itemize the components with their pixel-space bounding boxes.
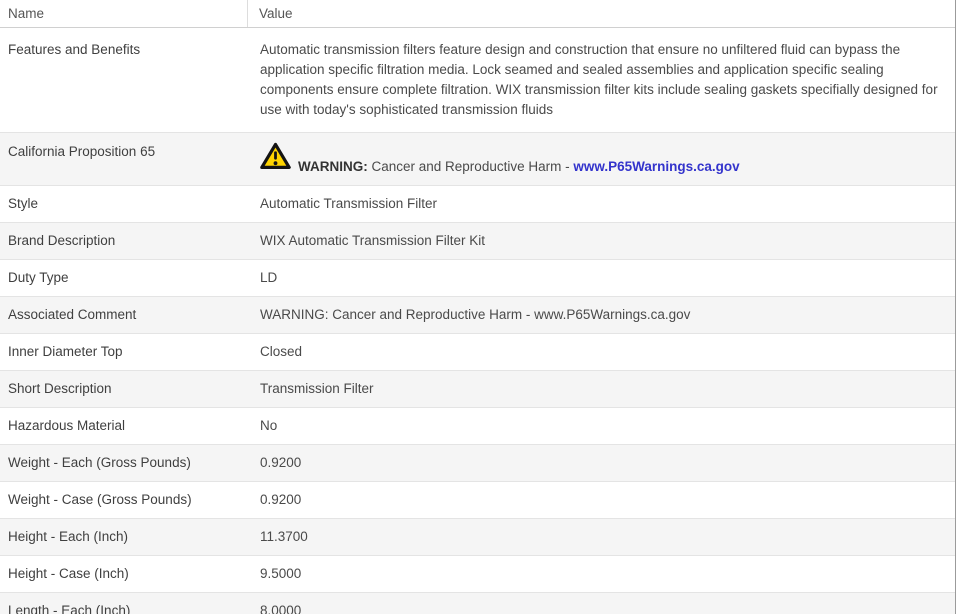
table-row: Duty Type LD [0,260,955,297]
spec-name: Length - Each (Inch) [8,603,131,614]
spec-name: Brand Description [8,233,116,248]
column-header-name: Name [0,0,248,27]
spec-value: Automatic Transmission Filter [260,196,438,211]
spec-value: 11.3700 [260,529,308,544]
table-row: Weight - Case (Gross Pounds) 0.9200 [0,482,955,519]
table-row: Weight - Each (Gross Pounds) 0.9200 [0,445,955,482]
table-row: Features and Benefits Automatic transmis… [0,28,955,133]
spec-value: LD [260,270,278,285]
warning-triangle-icon [260,142,291,176]
table-row: Length - Each (Inch) 8.0000 [0,593,955,614]
spec-name: Height - Each (Inch) [8,529,129,544]
table-header: Name Value [0,0,955,28]
spec-name: Features and Benefits [8,42,141,57]
spec-value: WARNING: Cancer and Reproductive Harm - … [260,133,955,185]
spec-name: California Proposition 65 [8,144,156,159]
table-row: Associated Comment WARNING: Cancer and R… [0,297,955,334]
spec-value: WARNING: Cancer and Reproductive Harm - … [260,307,691,322]
table-row: Height - Case (Inch) 9.5000 [0,556,955,593]
spec-name: Weight - Each (Gross Pounds) [8,455,191,470]
spec-value: Transmission Filter [260,381,374,396]
table-row: California Proposition 65 WARNING: Cance… [0,133,955,186]
spec-name: Inner Diameter Top [8,344,123,359]
prop65-warning-text: WARNING: Cancer and Reproductive Harm - … [298,157,740,176]
spec-table: Name Value Features and Benefits Automat… [0,0,956,614]
spec-value: WIX Automatic Transmission Filter Kit [260,233,486,248]
spec-name: Hazardous Material [8,418,126,433]
warning-label: WARNING: [298,159,368,174]
table-row: Short Description Transmission Filter [0,371,955,408]
spec-name: Weight - Case (Gross Pounds) [8,492,192,507]
p65-warnings-link[interactable]: www.P65Warnings.ca.gov [573,159,739,174]
table-row: Brand Description WIX Automatic Transmis… [0,223,955,260]
spec-value: Closed [260,344,303,359]
spec-name: Short Description [8,381,112,396]
table-row: Style Automatic Transmission Filter [0,186,955,223]
spec-value: 0.9200 [260,492,302,507]
table-row: Hazardous Material No [0,408,955,445]
spec-value: Automatic transmission filters feature d… [260,42,938,117]
column-header-value: Value [259,6,293,21]
spec-name: Associated Comment [8,307,137,322]
table-row: Height - Each (Inch) 11.3700 [0,519,955,556]
spec-value: 8.0000 [260,603,302,614]
spec-value: No [260,418,278,433]
table-body: Features and Benefits Automatic transmis… [0,28,955,614]
warning-harm-text: Cancer and Reproductive Harm - [367,159,574,174]
spec-value: 9.5000 [260,566,302,581]
spec-name: Height - Case (Inch) [8,566,129,581]
table-row: Inner Diameter Top Closed [0,334,955,371]
spec-name: Style [8,196,39,211]
spec-name: Duty Type [8,270,69,285]
spec-value: 0.9200 [260,455,302,470]
